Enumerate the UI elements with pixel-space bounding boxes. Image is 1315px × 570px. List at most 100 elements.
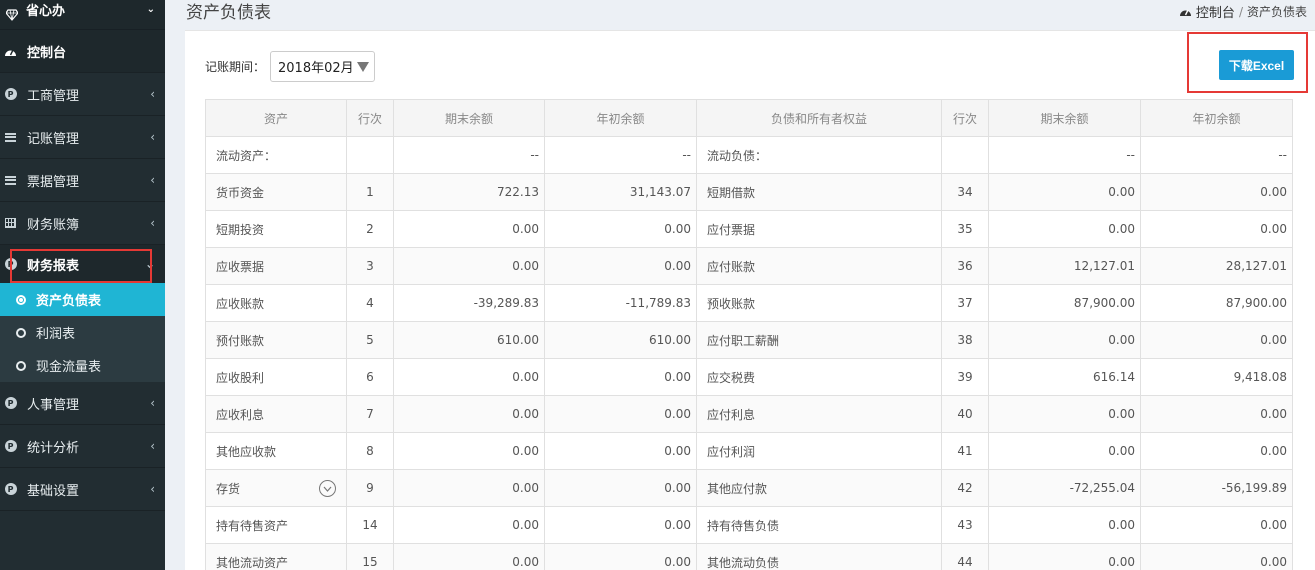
cell-value: 0.00 xyxy=(1260,333,1287,347)
table-row: 短期投资 2 0.00 0.00 应付票据 35 0.00 0.00 xyxy=(205,210,1293,248)
table-cell: 0.00 xyxy=(1140,210,1293,248)
cell-value: 0.00 xyxy=(512,518,539,532)
table-cell: -- xyxy=(988,136,1141,174)
cell-value: 0.00 xyxy=(1260,518,1287,532)
table-cell: 0.00 xyxy=(988,210,1141,248)
cell-value: 0.00 xyxy=(664,259,691,273)
cell-value: -39,289.83 xyxy=(473,296,539,310)
chevron-left-icon: ‹ xyxy=(150,173,155,187)
table-cell: 应收利息 xyxy=(205,395,347,433)
cell-value: 14 xyxy=(362,518,378,532)
cell-value: 0.00 xyxy=(664,222,691,236)
cell-value: 87,900.00 xyxy=(1225,296,1287,310)
table-cell: 0.00 xyxy=(393,432,545,470)
sidebar-item-invoices[interactable]: 票据管理 ‹ xyxy=(0,159,165,202)
sidebar-item-ledgers[interactable]: 财务账簿 ‹ xyxy=(0,202,165,245)
cell-value: 应付利息 xyxy=(707,407,756,422)
sidebar-item-label: 财务账簿 xyxy=(27,217,80,233)
sidebar-item-settings[interactable]: P 基础设置 ‹ xyxy=(0,468,165,511)
cell-value: 15 xyxy=(362,555,378,569)
cell-value: 0.00 xyxy=(512,444,539,458)
sidebar-item-label: 记账管理 xyxy=(27,131,80,147)
table-cell: 0.00 xyxy=(393,247,545,285)
cell-value: 722.13 xyxy=(497,185,539,199)
cell-value: 0.00 xyxy=(664,407,691,421)
p-circle-icon: P xyxy=(4,88,17,100)
breadcrumb-current: 资产负债表 xyxy=(1246,5,1307,19)
cell-value: 货币资金 xyxy=(216,185,265,200)
table-cell: 40 xyxy=(941,395,989,433)
breadcrumb-separator: / xyxy=(1238,4,1243,19)
chevron-left-icon: ‹ xyxy=(150,130,155,144)
cell-value: 应收股利 xyxy=(216,370,265,385)
dashboard-icon xyxy=(1179,6,1192,17)
cell-value: 0.00 xyxy=(1108,222,1135,236)
table-cell: 42 xyxy=(941,469,989,507)
table-cell: 87,900.00 xyxy=(988,284,1141,322)
sidebar-item-label: 控制台 xyxy=(27,45,67,61)
table-cell: 36 xyxy=(941,247,989,285)
sidebar-item-label: 统计分析 xyxy=(27,440,80,456)
table-cell: 应付票据 xyxy=(696,210,942,248)
cell-value: 0.00 xyxy=(1260,222,1287,236)
table-cell: 存货 xyxy=(205,469,347,507)
sidebar-item-hr[interactable]: P 人事管理 ‹ xyxy=(0,382,165,425)
chevron-left-icon: ‹ xyxy=(150,482,155,496)
cell-value: 其他流动资产 xyxy=(216,555,289,570)
cell-value: -56,199.89 xyxy=(1221,481,1287,495)
download-excel-button[interactable]: 下载Excel xyxy=(1219,50,1294,80)
table-row: 应收利息 7 0.00 0.00 应付利息 40 0.00 0.00 xyxy=(205,395,1293,433)
expand-circle-icon[interactable] xyxy=(319,480,336,497)
cell-value: 应付利润 xyxy=(707,444,756,459)
submenu-item-balance-sheet[interactable]: 资产负债表 xyxy=(0,283,165,316)
cell-value: 应收账款 xyxy=(216,296,265,311)
sidebar-item-bookkeeping[interactable]: 记账管理 ‹ xyxy=(0,116,165,159)
table-cell: 43 xyxy=(941,506,989,544)
table-cell: 0.00 xyxy=(1140,432,1293,470)
table-cell: 0.00 xyxy=(988,432,1141,470)
cell-value: 0.00 xyxy=(1108,185,1135,199)
chevron-down-icon: ⌄ xyxy=(144,257,155,271)
table-cell: 0.00 xyxy=(393,210,545,248)
table-cell: 预收账款 xyxy=(696,284,942,322)
reports-submenu: 资产负债表 利润表 现金流量表 xyxy=(0,283,165,382)
table-cell: 应收票据 xyxy=(205,247,347,285)
table-cell: 应交税费 xyxy=(696,358,942,396)
sidebar-item-business[interactable]: P 工商管理 ‹ xyxy=(0,73,165,116)
cell-value: 2 xyxy=(366,222,374,236)
table-cell: 0.00 xyxy=(393,395,545,433)
table-row: 存货 9 0.00 0.00 其他应付款 42 -72,255.04 -56,199.89 xyxy=(205,469,1293,507)
table-cell: 0.00 xyxy=(1140,173,1293,211)
circle-icon xyxy=(16,360,26,371)
cell-value: 43 xyxy=(957,518,973,532)
cell-value: 610.00 xyxy=(649,333,691,347)
table-cell: 0.00 xyxy=(1140,395,1293,433)
cell-value: -- xyxy=(682,148,691,162)
breadcrumb-home-link[interactable]: 控制台 xyxy=(1196,2,1235,21)
table-cell: 12,127.01 xyxy=(988,247,1141,285)
cell-value: 7 xyxy=(366,407,374,421)
table-cell: 610.00 xyxy=(544,321,697,359)
p-circle-icon: P xyxy=(4,483,17,495)
sidebar-item-reports[interactable]: P 财务报表 ⌄ xyxy=(0,245,165,283)
table-cell: 0.00 xyxy=(988,395,1141,433)
table-cell: -11,789.83 xyxy=(544,284,697,322)
table-header-row: 资产 行次 期末余额 年初余额 负债和所有者权益 行次 期末余额 年初余额 xyxy=(205,99,1293,137)
submenu-item-income-statement[interactable]: 利润表 xyxy=(0,316,165,349)
cell-value: 9 xyxy=(366,481,374,495)
cell-value: -- xyxy=(1126,148,1135,162)
table-cell: 持有待售资产 xyxy=(205,506,347,544)
list-icon xyxy=(5,175,16,185)
submenu-item-cash-flow[interactable]: 现金流量表 xyxy=(0,349,165,382)
cell-value: 短期投资 xyxy=(216,222,265,237)
sidebar-brand[interactable]: 省心办 ⌄ xyxy=(0,0,165,30)
table-cell: 15 xyxy=(346,543,394,570)
table-cell: 39 xyxy=(941,358,989,396)
period-select[interactable]: 2018年02月 xyxy=(270,51,375,82)
sidebar-item-dashboard[interactable]: 控制台 xyxy=(0,30,165,73)
sidebar-item-analytics[interactable]: P 统计分析 ‹ xyxy=(0,425,165,468)
cell-value: 6 xyxy=(366,370,374,384)
table-cell: 0.00 xyxy=(544,210,697,248)
cell-value: 3 xyxy=(366,259,374,273)
table-row: 流动资产： -- -- 流动负债： -- -- xyxy=(205,136,1293,174)
